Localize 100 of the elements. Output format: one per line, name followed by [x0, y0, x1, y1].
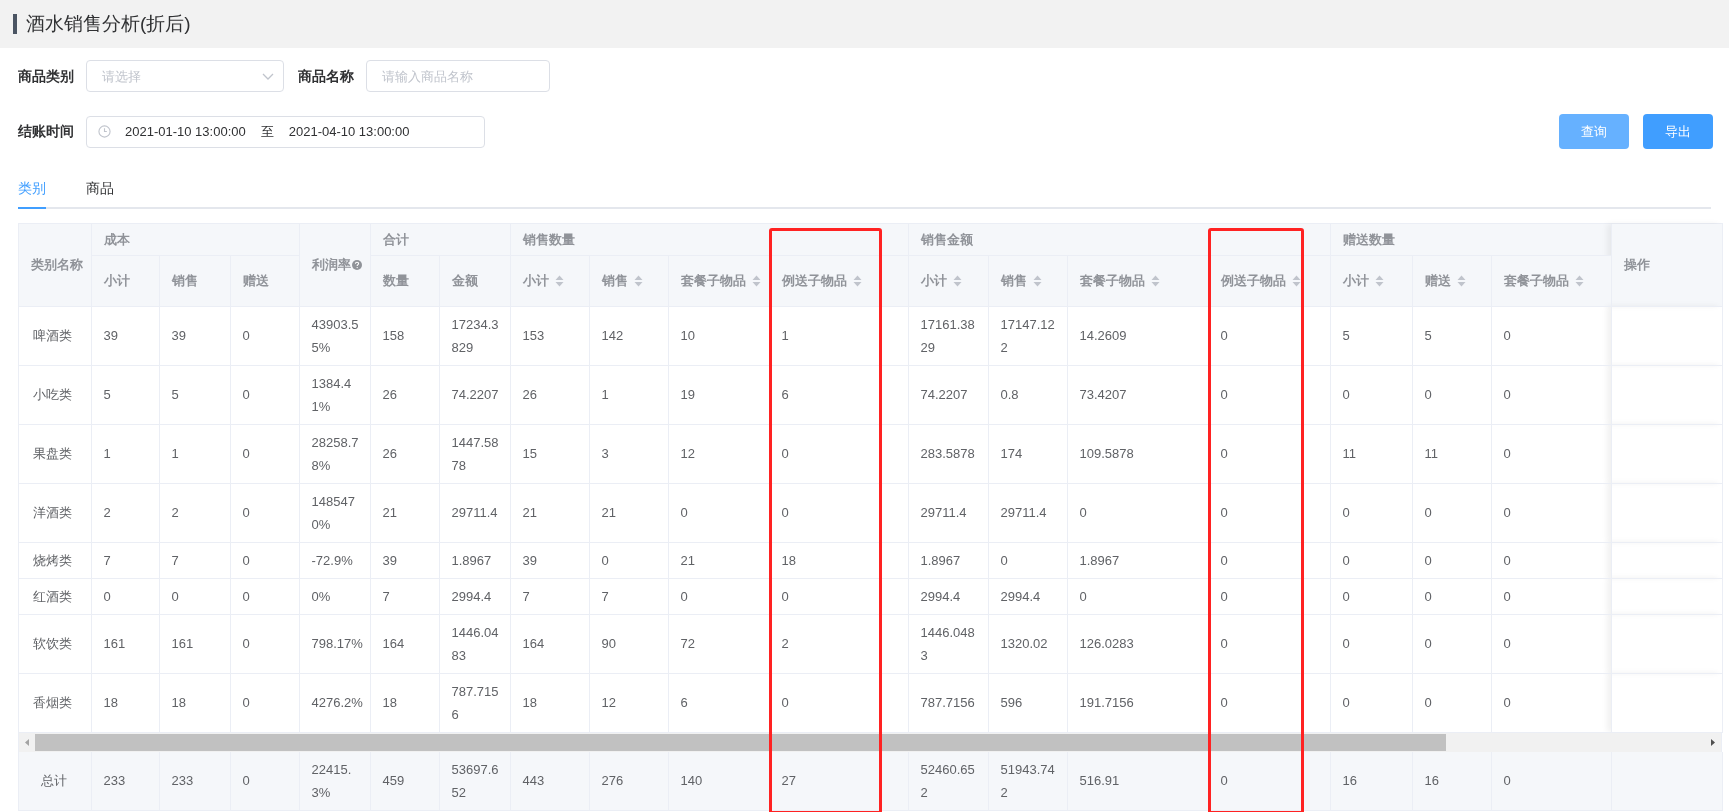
table-cell: 164 — [510, 614, 589, 673]
total-cell: 51943.742 — [988, 751, 1067, 810]
sort-icon[interactable] — [633, 274, 643, 287]
action-button[interactable]: 导出 — [1643, 114, 1713, 149]
table-cell: 6 — [769, 365, 908, 424]
table-cell: 26 — [510, 365, 589, 424]
table-cell: 0 — [769, 578, 908, 614]
table-cell: 0 — [1208, 542, 1330, 578]
column-header[interactable]: 销售 — [988, 255, 1067, 306]
table-cell: 3 — [589, 424, 668, 483]
total-cell: 140 — [668, 751, 769, 810]
field-label: 结账时间 — [18, 122, 74, 141]
table-cell: 0 — [1208, 365, 1330, 424]
column-header[interactable]: 例送子物品 — [1208, 255, 1330, 306]
total-cell: 233 — [91, 751, 159, 810]
table-cell: 17161.3829 — [908, 306, 988, 365]
table-cell: 0 — [1491, 483, 1611, 542]
table-cell: 红酒类 — [19, 578, 91, 614]
table-cell: 0 — [230, 306, 299, 365]
table-cell: 软饮类 — [19, 614, 91, 673]
table-cell: 74.2207 — [439, 365, 510, 424]
table-cell: 10 — [668, 306, 769, 365]
input-field[interactable]: 请输入商品名称 — [366, 60, 550, 92]
sort-icon[interactable] — [1032, 274, 1042, 287]
table-cell: 0 — [1208, 306, 1330, 365]
sort-icon[interactable] — [1574, 274, 1584, 287]
table-cell: 0 — [230, 424, 299, 483]
sort-icon[interactable] — [1456, 274, 1466, 287]
table-cell: 0 — [1412, 578, 1491, 614]
table-cell: 11 — [1330, 424, 1412, 483]
table-cell: 1446.0483 — [439, 614, 510, 673]
table-cell: 0 — [1067, 483, 1208, 542]
total-cell: 总计 — [19, 751, 91, 810]
table-cell: 0 — [1208, 483, 1330, 542]
table-cell: 5 — [91, 365, 159, 424]
sort-icon[interactable] — [554, 274, 564, 287]
table-cell: 烧烤类 — [19, 542, 91, 578]
sort-icon[interactable] — [1150, 274, 1160, 287]
field-label: 商品名称 — [298, 66, 354, 86]
total-cell: 516.91 — [1067, 751, 1208, 810]
column-header[interactable]: 销售 — [589, 255, 668, 306]
column-header[interactable]: 套餐子物品 — [668, 255, 769, 306]
table-cell: 39 — [370, 542, 439, 578]
column-group-header: 赠送数量 — [1330, 224, 1611, 255]
total-cell: 52460.652 — [908, 751, 988, 810]
select-field[interactable]: 请选择 — [86, 60, 284, 92]
table-cell: 2 — [159, 483, 230, 542]
table-cell: 153 — [510, 306, 589, 365]
table-cell: 0 — [1208, 424, 1330, 483]
column-header[interactable]: 小计 — [1330, 255, 1412, 306]
table-cell: 283.5878 — [908, 424, 988, 483]
table-cell: 7 — [159, 542, 230, 578]
column-header: 金额 — [439, 255, 510, 306]
table-cell: 39 — [159, 306, 230, 365]
table-cell: 18 — [510, 673, 589, 732]
table-cell: 香烟类 — [19, 673, 91, 732]
table-cell: 26 — [370, 424, 439, 483]
table-cell: 0.8 — [988, 365, 1067, 424]
column-header: 利润率 — [299, 224, 370, 306]
table-cell: 2994.4 — [908, 578, 988, 614]
table-cell: 0 — [1412, 483, 1491, 542]
column-header[interactable]: 小计 — [908, 255, 988, 306]
sort-icon[interactable] — [852, 274, 862, 287]
table-cell: 0 — [668, 578, 769, 614]
column-header[interactable]: 套餐子物品 — [1491, 255, 1611, 306]
table-cell: 1446.0483 — [908, 614, 988, 673]
chevron-down-icon — [262, 73, 274, 80]
column-group-header: 销售数量 — [510, 224, 908, 255]
tab[interactable]: 类别 — [18, 169, 46, 209]
table-cell: 0 — [230, 578, 299, 614]
sort-icon[interactable] — [952, 274, 962, 287]
table-cell: 1 — [769, 306, 908, 365]
column-header[interactable]: 赠送 — [1412, 255, 1491, 306]
table-cell: 1384.41% — [299, 365, 370, 424]
sort-icon[interactable] — [1374, 274, 1384, 287]
column-header[interactable]: 例送子物品 — [769, 255, 908, 306]
tab[interactable]: 商品 — [86, 169, 114, 209]
table-cell: 18 — [370, 673, 439, 732]
table-cell: 0 — [1330, 578, 1412, 614]
table-cell: 0 — [230, 483, 299, 542]
column-header[interactable]: 小计 — [510, 255, 589, 306]
page-title: 酒水销售分析(折后) — [26, 11, 191, 36]
action-button[interactable]: 查询 — [1559, 114, 1629, 149]
table-cell: 啤酒类 — [19, 306, 91, 365]
table-cell: 0 — [1330, 542, 1412, 578]
column-header[interactable]: 套餐子物品 — [1067, 255, 1208, 306]
total-cell: 0 — [1491, 751, 1611, 810]
date-range-field[interactable]: 2021-01-10 13:00:00 至 2021-04-10 13:00:00 — [86, 115, 485, 148]
column-group-header: 成本 — [91, 224, 299, 255]
table-cell: 2 — [769, 614, 908, 673]
table-cell: 90 — [589, 614, 668, 673]
table-cell: 1320.02 — [988, 614, 1067, 673]
table-cell: 0 — [1330, 483, 1412, 542]
table-cell: 0 — [1491, 614, 1611, 673]
total-cell: 233 — [159, 751, 230, 810]
sort-icon[interactable] — [751, 274, 761, 287]
column-header: 销售 — [159, 255, 230, 306]
table-cell: 787.7156 — [908, 673, 988, 732]
table-cell: 0 — [1412, 673, 1491, 732]
sort-icon[interactable] — [1291, 274, 1301, 287]
